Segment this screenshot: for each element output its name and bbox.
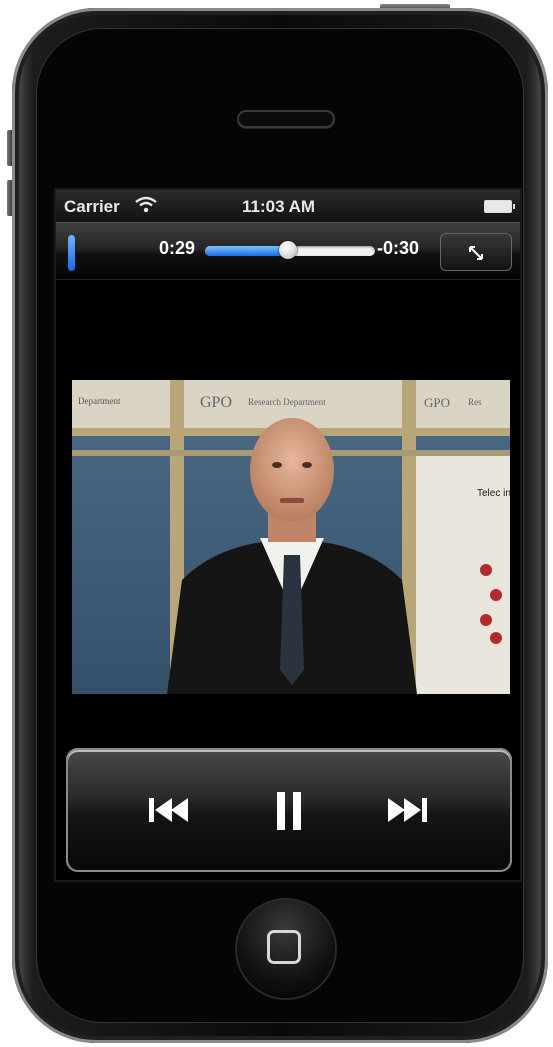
progress-thumb[interactable] (279, 241, 298, 259)
pause-icon (277, 792, 301, 830)
skip-forward-icon (388, 798, 427, 822)
carrier-label: Carrier (64, 197, 120, 216)
video-frame: Department GPO Research Department GPO R… (72, 380, 510, 694)
playback-top-bar: 0:29 -0:30 (56, 222, 520, 280)
home-square-icon (267, 930, 301, 964)
skip-back-icon (149, 798, 188, 822)
sign-text-center: Research Department (248, 397, 326, 407)
status-bar: Carrier 11:03 AM (56, 190, 520, 222)
pause-button[interactable] (259, 788, 319, 832)
done-button[interactable] (68, 235, 75, 271)
wifi-icon (134, 195, 158, 213)
elapsed-time: 0:29 (159, 238, 196, 258)
poster-text: Telec in the (477, 488, 510, 499)
next-button[interactable] (376, 788, 436, 832)
clock-label: 11:03 AM (242, 197, 316, 216)
progress-slider[interactable] (205, 241, 375, 259)
playback-controls (66, 748, 512, 872)
sign-text-left: Department (78, 396, 121, 406)
home-button[interactable] (237, 900, 335, 998)
sign-logo-right: GPO (424, 395, 450, 410)
remaining-time: -0:30 (377, 238, 420, 258)
previous-button[interactable] (140, 788, 200, 832)
progress-fill (205, 246, 289, 256)
screen: Carrier 11:03 AM 0:29 -0:30 Department G… (56, 190, 520, 880)
fullscreen-button[interactable] (440, 233, 512, 271)
sign-logo-center: GPO (200, 394, 232, 411)
fullscreen-toggle-icon (469, 246, 483, 260)
video-picture: Department GPO Research Department GPO R… (72, 380, 510, 694)
earpiece-speaker (237, 110, 335, 128)
sign-text-right: Res (468, 397, 482, 407)
battery-icon (484, 200, 515, 213)
